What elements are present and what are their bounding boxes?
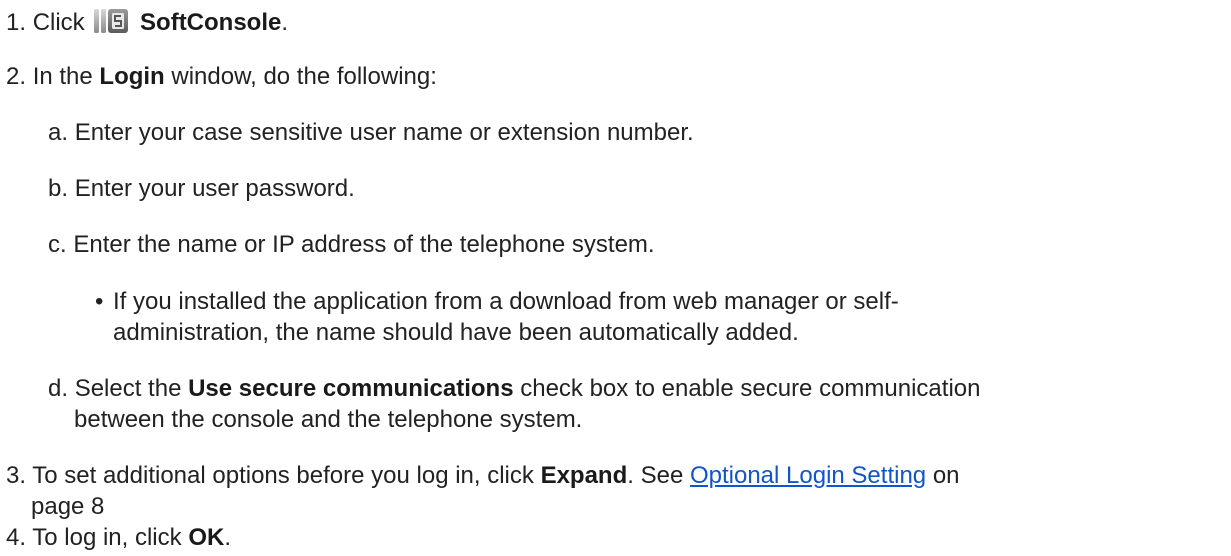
optional-login-setting-link[interactable]: Optional Login Setting [690,462,926,489]
step-number: 3. [6,462,27,489]
step-3: 3. To set additional options before you … [6,462,960,489]
step-number: 2. [6,63,27,90]
ok-label: OK [188,524,225,551]
bullet-item-continued: administration, the name should have bee… [113,319,799,346]
substep-a: a. Enter your case sensitive user name o… [48,119,694,146]
step-2: 2. In the Login window, do the following… [6,63,437,90]
use-secure-communications-label: Use secure communications [188,375,514,402]
step-4: 4. To log in, click OK. [6,524,231,551]
step-number: 4. [6,524,27,551]
step-3-continued: page 8 [31,493,105,520]
login-window-label: Login [99,63,165,90]
substep-c: c. Enter the name or IP address of the t… [48,231,655,258]
substep-d: d. Select the Use secure communications … [48,375,981,402]
bullet-item: • If you installed the application from a… [95,288,899,315]
expand-label: Expand [540,462,628,489]
step-text: Click [32,9,85,36]
step-number: 1. [6,9,27,36]
substep-d-continued: between the console and the telephone sy… [74,406,583,433]
app-name: SoftConsole [140,9,282,36]
bullet-icon: • [95,288,104,315]
step-1: 1. Click SoftConsole. [6,9,289,36]
substep-b: b. Enter your user password. [48,175,355,202]
softconsole-app-icon [94,9,129,33]
